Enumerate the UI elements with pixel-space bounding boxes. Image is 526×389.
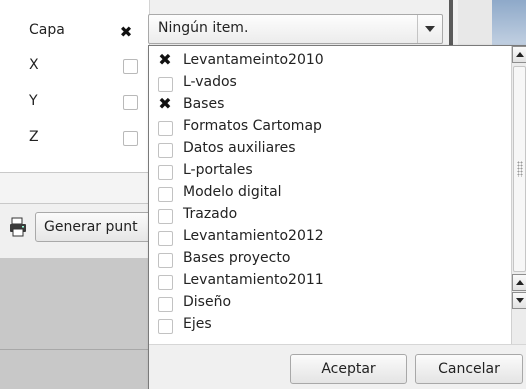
empty-gray-area: [0, 258, 149, 389]
list-scrollbar[interactable]: [511, 46, 526, 344]
unchecked-checkbox[interactable]: [158, 165, 173, 180]
list-item[interactable]: ✖ Bases: [149, 94, 511, 116]
y-checkbox[interactable]: [123, 95, 138, 110]
unchecked-checkbox[interactable]: [158, 209, 173, 224]
field-label-y: Y: [29, 93, 38, 109]
cancel-button[interactable]: Cancelar: [415, 354, 523, 384]
list-item[interactable]: Diseño: [149, 292, 511, 314]
unchecked-checkbox[interactable]: [158, 77, 173, 92]
chevron-down-icon: [425, 26, 435, 32]
list-item[interactable]: Ejes: [149, 314, 511, 336]
layer-list: ✖ Levantameinto2010 L-vados ✖ Bases Form…: [149, 46, 511, 342]
unchecked-checkbox[interactable]: [158, 231, 173, 246]
scroll-up-button[interactable]: [512, 274, 526, 291]
scroll-down-button[interactable]: [512, 292, 526, 309]
checked-checkbox[interactable]: ✖: [157, 52, 173, 68]
list-item-label: Formatos Cartomap: [183, 118, 322, 134]
unchecked-checkbox[interactable]: [158, 275, 173, 290]
list-item[interactable]: Levantamiento2012: [149, 226, 511, 248]
list-item-label: Modelo digital: [183, 184, 282, 200]
list-item[interactable]: Levantamiento2011: [149, 270, 511, 292]
list-item-label: Ejes: [183, 316, 212, 332]
layer-combobox[interactable]: Ningún item.: [148, 14, 443, 44]
unchecked-checkbox[interactable]: [158, 253, 173, 268]
capa-checkbox[interactable]: ✖: [119, 25, 133, 40]
gray-divider: [0, 349, 149, 350]
list-item[interactable]: L-vados: [149, 72, 511, 94]
arrow-down-icon: [516, 298, 524, 303]
accept-button[interactable]: Aceptar: [290, 354, 407, 384]
checked-checkbox[interactable]: ✖: [157, 96, 173, 112]
list-item-label: Bases proyecto: [183, 250, 291, 266]
unchecked-checkbox[interactable]: [158, 297, 173, 312]
field-label-z: Z: [29, 129, 39, 145]
screen: Capa ✖ X Y Z Generar punt Ningún item. ✖…: [0, 0, 526, 389]
arrow-up-icon: [516, 52, 524, 57]
list-item-label: Levantamiento2012: [183, 228, 324, 244]
list-item[interactable]: Formatos Cartomap: [149, 116, 511, 138]
list-item[interactable]: ✖ Levantameinto2010: [149, 50, 511, 72]
popup-footer: Aceptar Cancelar: [149, 344, 526, 389]
z-checkbox[interactable]: [123, 131, 138, 146]
multi-select-popup: ✖ Levantameinto2010 L-vados ✖ Bases Form…: [148, 45, 526, 389]
list-item-label: Bases: [183, 96, 225, 112]
field-label-capa: Capa: [29, 22, 65, 38]
form-footer-strip: [0, 173, 149, 204]
list-item[interactable]: Datos auxiliares: [149, 138, 511, 160]
grip-icon: [517, 161, 523, 177]
scroll-up-button[interactable]: [512, 46, 526, 63]
x-checkbox[interactable]: [123, 59, 138, 74]
list-item-label: L-vados: [183, 74, 237, 90]
form-panel: Capa ✖ X Y Z: [0, 0, 150, 172]
list-item-label: Levantamiento2011: [183, 272, 324, 288]
window-divider: [449, 0, 453, 50]
unchecked-checkbox[interactable]: [158, 319, 173, 334]
printer-icon: [10, 217, 26, 237]
field-label-x: X: [29, 57, 39, 73]
unchecked-checkbox[interactable]: [158, 121, 173, 136]
unchecked-checkbox[interactable]: [158, 143, 173, 158]
combobox-dropdown-button[interactable]: [417, 15, 442, 43]
generate-button[interactable]: Generar punt: [35, 212, 159, 242]
list-item-label: Datos auxiliares: [183, 140, 296, 156]
list-item-label: Diseño: [183, 294, 232, 310]
list-item[interactable]: L-portales: [149, 160, 511, 182]
unchecked-checkbox[interactable]: [158, 187, 173, 202]
combobox-selected-text: Ningún item.: [158, 20, 249, 36]
list-item-label: Levantameinto2010: [183, 52, 324, 68]
scrollbar-thumb[interactable]: [513, 66, 526, 272]
arrow-up-icon: [516, 280, 524, 285]
background-window-titlebar: [492, 0, 526, 50]
list-item[interactable]: Modelo digital: [149, 182, 511, 204]
list-item[interactable]: Trazado: [149, 204, 511, 226]
list-item-label: Trazado: [183, 206, 238, 222]
list-item[interactable]: Bases proyecto: [149, 248, 511, 270]
list-item-label: L-portales: [183, 162, 253, 178]
